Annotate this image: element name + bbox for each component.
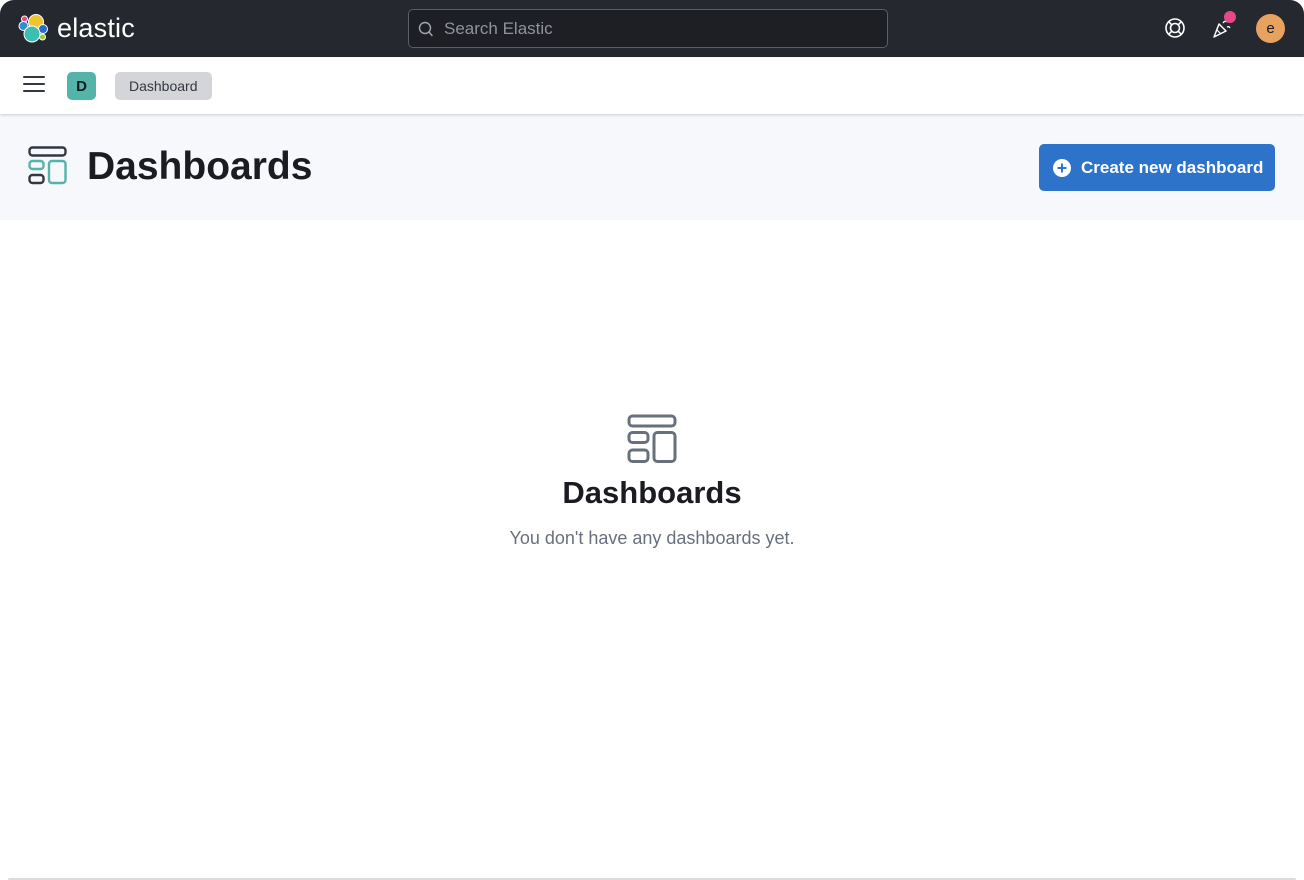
create-button-label: Create new dashboard bbox=[1081, 157, 1264, 177]
top-header: elastic Search Elastic e bbox=[0, 0, 1304, 57]
breadcrumb-bar: D Dashboard bbox=[0, 57, 1304, 114]
dashboard-app-icon bbox=[28, 146, 67, 185]
empty-state-message: You don't have any dashboards yet. bbox=[509, 528, 795, 548]
search-icon bbox=[418, 21, 433, 36]
dashboard-app-icon bbox=[627, 414, 677, 463]
logo-text: elastic bbox=[57, 13, 135, 43]
search-input[interactable] bbox=[444, 18, 864, 39]
elastic-logo-icon bbox=[18, 13, 48, 42]
app-window: elastic Search Elastic e D Dashboard Das… bbox=[0, 0, 1304, 880]
create-new-dashboard-button[interactable]: Create new dashboard bbox=[1039, 144, 1275, 191]
hamburger-icon[interactable] bbox=[23, 76, 45, 94]
news-button[interactable] bbox=[1208, 11, 1236, 42]
help-button[interactable] bbox=[1161, 14, 1189, 42]
global-search[interactable] bbox=[408, 9, 888, 48]
elastic-logo[interactable]: elastic bbox=[18, 12, 135, 44]
user-avatar[interactable]: e bbox=[1256, 14, 1285, 43]
space-selector[interactable]: D bbox=[67, 72, 96, 100]
breadcrumb-dashboard: Dashboard bbox=[115, 72, 212, 100]
plus-circle-icon bbox=[1053, 158, 1071, 177]
lifebuoy-icon bbox=[1165, 18, 1185, 38]
empty-state-title: Dashboards bbox=[562, 475, 742, 510]
notification-dot bbox=[1224, 11, 1236, 23]
empty-state: Dashboards You don't have any dashboards… bbox=[0, 414, 1304, 550]
page-header: Dashboards Create new dashboard bbox=[0, 114, 1304, 220]
page-title: Dashboards bbox=[87, 145, 313, 188]
